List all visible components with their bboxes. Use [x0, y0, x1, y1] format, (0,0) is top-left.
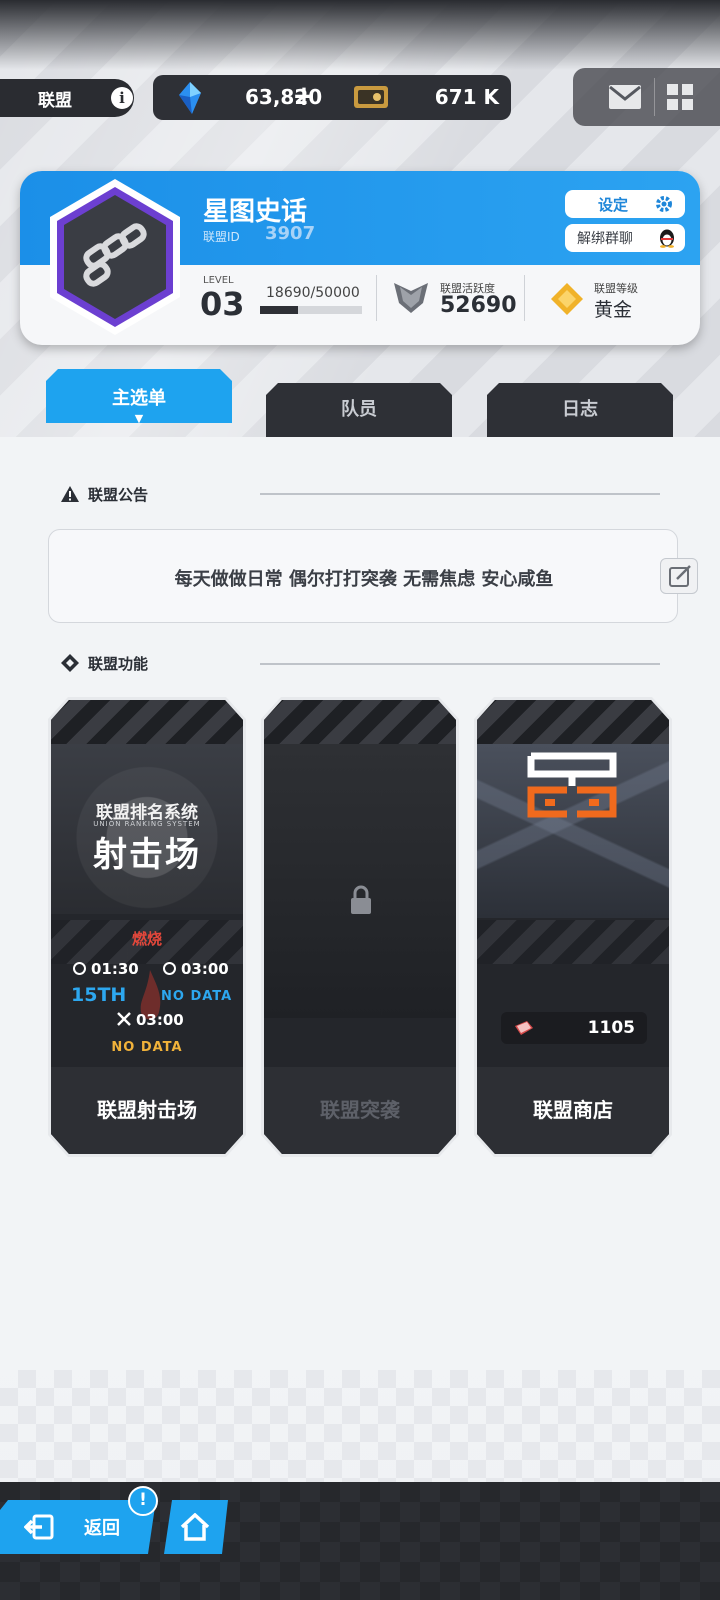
crystal-icon: [179, 82, 201, 114]
guild-id-value: 3907: [265, 223, 316, 244]
tab-log-label: 日志: [562, 399, 598, 420]
tab-members[interactable]: 队员: [266, 383, 452, 437]
lock-icon: [351, 885, 371, 914]
unbind-chat-button[interactable]: 解绑群聊: [565, 224, 685, 252]
edit-notice-button[interactable]: [660, 558, 698, 594]
notice-box: 每天做做日常 偶尔打打突袭 无需焦虑 安心咸鱼: [48, 529, 678, 623]
timer-1: 01:30: [73, 960, 139, 978]
rank-value: 黄金: [594, 299, 633, 321]
tab-main-menu-label: 主选单: [112, 388, 166, 409]
activity-shield-icon: [394, 283, 428, 313]
shooting-range-card[interactable]: 联盟排名系统 UNION RANKING SYSTEM 射击场 燃烧 01:30…: [48, 697, 246, 1157]
shooting-range-label: 联盟射击场: [51, 1067, 243, 1154]
features-section-header: 联盟功能: [60, 651, 148, 675]
alarm-clock-icon: [73, 962, 86, 975]
stat-divider: [376, 275, 377, 321]
exp-progress-bar: [260, 306, 362, 314]
hazard-stripes: [264, 700, 456, 744]
settings-button[interactable]: 设定: [565, 190, 685, 218]
stat-divider: [524, 275, 525, 321]
unbind-chat-label: 解绑群聊: [577, 231, 633, 247]
back-button-label: 返回: [84, 1518, 120, 1539]
timer-1-value: 01:30: [91, 960, 139, 978]
add-crystal-button[interactable]: +: [291, 81, 317, 111]
currency-bar: 63,820 + 671 K: [153, 75, 511, 120]
shop-logo-icon: [527, 752, 617, 818]
crossed-swords-icon: [117, 1012, 131, 1026]
ticket-icon: [354, 86, 388, 108]
corner-divider: [654, 78, 655, 116]
mail-icon[interactable]: [608, 84, 642, 110]
timer-3: 03:00: [117, 1011, 184, 1029]
settings-button-label: 设定: [598, 195, 629, 214]
guild-emblem: [50, 179, 180, 335]
raid-card[interactable]: 联盟突袭: [261, 697, 459, 1157]
activity-value: 52690: [440, 293, 517, 318]
shop-label: 联盟商店: [477, 1067, 669, 1154]
shop-card-body: 1105 联盟商店: [477, 700, 669, 1154]
shop-card[interactable]: 1105 联盟商店: [474, 697, 672, 1157]
hazard-stripes: [477, 700, 669, 744]
home-button[interactable]: [164, 1500, 228, 1554]
notification-badge: !: [128, 1486, 158, 1516]
section-divider: [260, 493, 660, 495]
level-value: 03: [200, 285, 245, 323]
gear-icon: [656, 196, 672, 212]
guild-id-label: 联盟ID: [203, 230, 240, 244]
shop-currency-amount: 1105: [587, 1018, 635, 1038]
hazard-stripes: [477, 920, 669, 964]
warning-icon: [61, 486, 79, 502]
tab-log[interactable]: 日志: [487, 383, 673, 437]
rank-2-value: NO DATA: [161, 989, 233, 1004]
burn-mode-label: 燃烧: [131, 930, 162, 948]
notice-section-title: 联盟公告: [88, 485, 149, 504]
notice-text: 每天做做日常 偶尔打打突袭 无需焦虑 安心咸鱼: [174, 569, 554, 590]
exit-arrow-icon: [24, 1514, 54, 1540]
checker-pattern: [0, 1370, 720, 1482]
tab-members-label: 队员: [341, 399, 377, 420]
raid-locked-art: [264, 744, 456, 1018]
grid-menu-icon[interactable]: [667, 84, 693, 110]
alarm-clock-icon: [163, 962, 176, 975]
home-icon: [180, 1513, 210, 1541]
shop-currency-display: 1105: [501, 1012, 647, 1044]
rank-3-value: NO DATA: [111, 1040, 183, 1055]
timer-2: 03:00: [163, 960, 229, 978]
shooting-range-art-title: 射击场: [93, 835, 201, 875]
guild-profile-card: 星图史话 联盟ID 3907 设定 解绑群聊 LEVEL 03 18690/50…: [20, 171, 700, 345]
diamond-icon: [61, 654, 79, 672]
timer-3-value: 03:00: [136, 1011, 184, 1029]
rank-label: 联盟等级: [594, 282, 638, 295]
section-divider: [260, 663, 660, 665]
notice-section-header: 联盟公告: [60, 482, 148, 506]
features-section-title: 联盟功能: [88, 654, 149, 673]
hazard-stripes: [51, 700, 243, 744]
qq-penguin-icon: [660, 229, 674, 248]
rank-1-value: 15TH: [71, 984, 127, 1006]
shooting-range-card-body: 联盟排名系统 UNION RANKING SYSTEM 射击场 燃烧 01:30…: [51, 700, 243, 1154]
info-icon[interactable]: i: [111, 87, 133, 109]
union-coin-icon: [515, 1021, 533, 1035]
timer-2-value: 03:00: [181, 960, 229, 978]
exp-text: 18690/50000: [266, 285, 360, 301]
exp-progress-fill: [260, 306, 299, 314]
gold-rank-icon: [551, 283, 583, 315]
page-title: 联盟: [38, 90, 72, 111]
ticket-amount: 671 K: [434, 85, 499, 109]
raid-label: 联盟突袭: [264, 1067, 456, 1154]
raid-card-body: 联盟突袭: [264, 700, 456, 1154]
page-title-tab: 联盟 i: [0, 79, 134, 117]
edit-icon: [669, 565, 691, 587]
corner-panel: [573, 68, 720, 126]
